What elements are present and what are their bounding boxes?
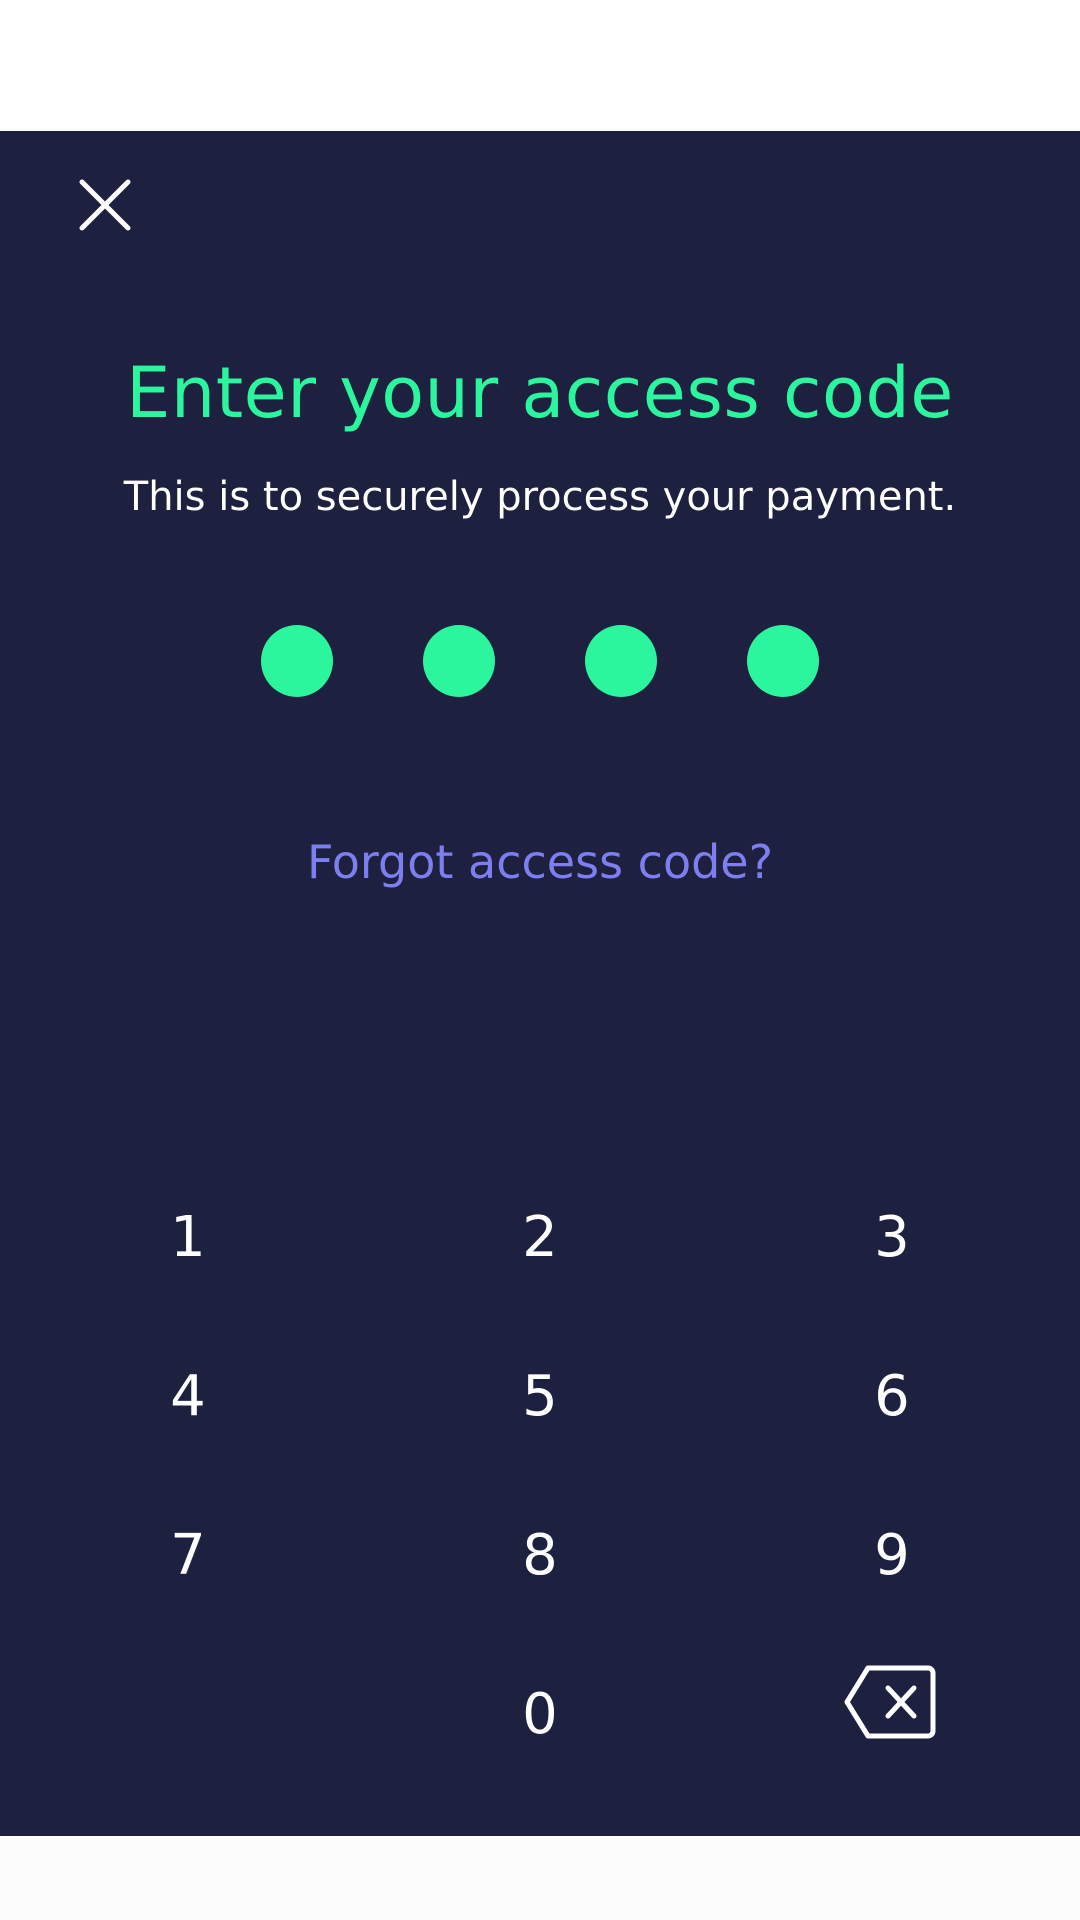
page-title: Enter your access code [126, 352, 954, 434]
keypad-key-8[interactable]: 8 [460, 1500, 620, 1610]
keypad-key-7[interactable]: 7 [108, 1500, 268, 1610]
pin-dot [423, 625, 495, 697]
forgot-access-code-link[interactable]: Forgot access code? [0, 835, 1080, 889]
keypad-key-9[interactable]: 9 [812, 1500, 972, 1610]
backspace-icon [844, 1665, 936, 1739]
keypad-key-2[interactable]: 2 [460, 1182, 620, 1292]
status-bar [0, 0, 1080, 131]
pin-dot [585, 625, 657, 697]
navigation-bar [0, 1836, 1080, 1920]
keypad-key-3[interactable]: 3 [812, 1182, 972, 1292]
keypad-key-4[interactable]: 4 [108, 1341, 268, 1451]
backspace-button[interactable] [810, 1647, 970, 1757]
keypad-key-5[interactable]: 5 [460, 1341, 620, 1451]
keypad-key-0[interactable]: 0 [460, 1659, 620, 1769]
close-icon [79, 179, 131, 231]
pin-dot [747, 625, 819, 697]
page-subtitle: This is to securely process your payment… [123, 474, 957, 520]
pin-dot [261, 625, 333, 697]
close-button[interactable] [60, 160, 150, 250]
keypad-key-6[interactable]: 6 [812, 1341, 972, 1451]
keypad-key-1[interactable]: 1 [108, 1182, 268, 1292]
pin-indicator [261, 625, 819, 697]
